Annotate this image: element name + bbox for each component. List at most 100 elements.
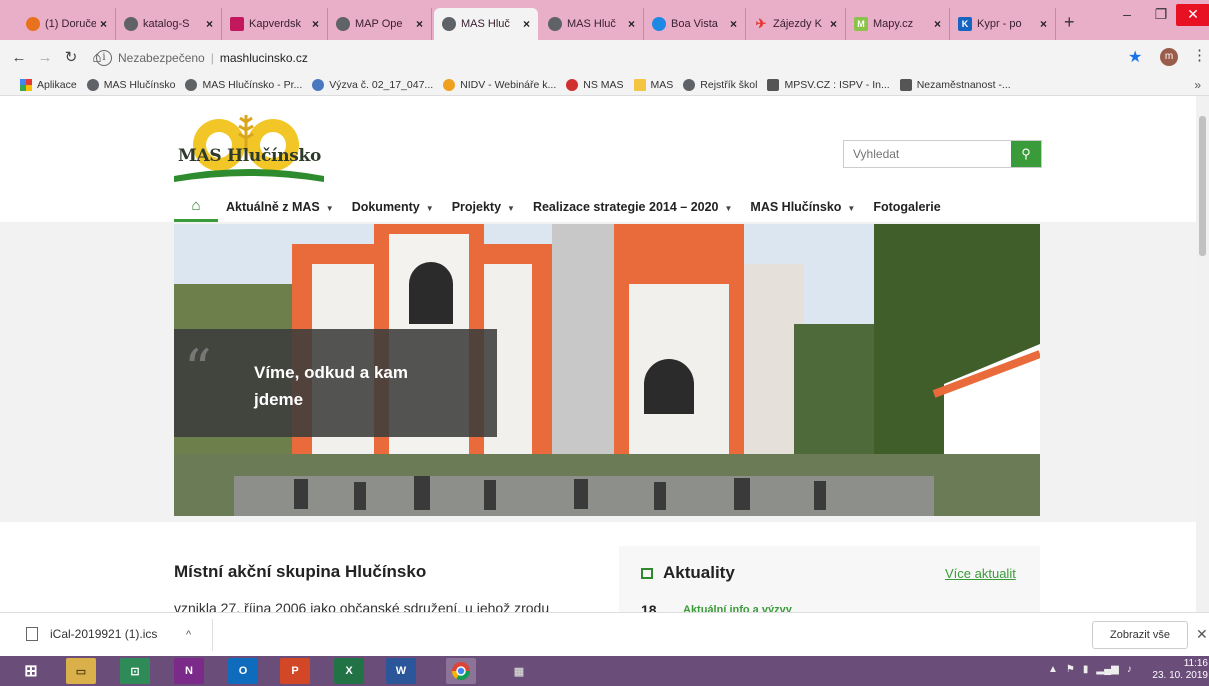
tab-9[interactable]: M Mapy.cz × <box>846 8 950 40</box>
bookmark-item[interactable]: NS MAS <box>566 78 624 91</box>
tab-5-active[interactable]: MAS Hluč × <box>434 8 538 40</box>
browser-toolbar: ← → ↻ ⌂ i Nezabezpečeno | mashlucinsko.c… <box>0 40 1209 74</box>
calendar-icon <box>641 567 653 579</box>
profile-avatar[interactable]: m <box>1160 48 1178 66</box>
tab-8[interactable]: ✈ Zájezdy K × <box>746 8 846 40</box>
nav-dokumenty[interactable]: Dokumenty ▼ <box>352 200 434 214</box>
minimize-button[interactable]: – <box>1110 4 1144 26</box>
powerpoint-icon[interactable]: P <box>280 658 310 684</box>
volume-icon[interactable]: ♪ <box>1127 664 1132 675</box>
onenote-icon[interactable]: N <box>174 658 204 684</box>
close-tab-icon[interactable]: × <box>100 17 107 31</box>
tab-title: Kapverdsk <box>249 18 301 30</box>
reload-icon[interactable]: ↻ <box>58 48 84 66</box>
network-icon[interactable]: ▂▄▆ <box>1096 664 1118 675</box>
excel-icon[interactable]: X <box>334 658 364 684</box>
news-item-link[interactable]: Aktuální info a výzvy <box>683 604 792 612</box>
bookmark-item[interactable]: MAS Hlučínsko <box>86 78 175 91</box>
globe-icon <box>185 78 198 91</box>
file-icon <box>26 627 38 641</box>
scrollbar-thumb[interactable] <box>1199 116 1206 256</box>
nav-fotogalerie[interactable]: Fotogalerie <box>873 200 940 214</box>
browser-menu-icon[interactable]: ⋮ <box>1192 46 1207 64</box>
bookmark-item[interactable]: Rejstřík škol <box>683 78 757 91</box>
close-tab-icon[interactable]: × <box>312 17 319 31</box>
mapy-icon: M <box>854 17 868 31</box>
tab-2[interactable]: katalog-S × <box>116 8 222 40</box>
show-all-button[interactable]: Zobrazit vše <box>1092 621 1188 649</box>
nav-mas[interactable]: MAS Hlučínsko ▼ <box>750 200 855 214</box>
bookmark-item[interactable]: Nezaměstnanost -... <box>899 78 1011 91</box>
bookmark-item[interactable]: NIDV - Webináře k... <box>443 78 557 91</box>
close-tab-icon[interactable]: × <box>628 17 635 31</box>
nav-label: Aktuálně z MAS <box>226 200 320 214</box>
nav-aktualne[interactable]: Aktuálně z MAS ▼ <box>226 200 334 214</box>
search-button[interactable]: ⚲ <box>1011 141 1041 167</box>
url-text[interactable]: mashlucinsko.cz <box>220 51 308 65</box>
close-window-button[interactable]: ✕ <box>1176 4 1209 26</box>
page-scrollbar[interactable] <box>1196 96 1209 612</box>
restore-button[interactable]: ❐ <box>1144 4 1178 26</box>
tab-1[interactable]: (1) Doruče × <box>18 8 116 40</box>
caret-down-icon: ▼ <box>425 204 434 213</box>
word-icon[interactable]: W <box>386 658 416 684</box>
more-news-link[interactable]: Více aktualit <box>945 566 1016 581</box>
forward-icon[interactable]: → <box>32 49 58 66</box>
tab-6[interactable]: MAS Hluč × <box>540 8 644 40</box>
chrome-icon[interactable] <box>446 658 476 684</box>
tab-4[interactable]: MAP Ope × <box>328 8 432 40</box>
tab-10[interactable]: K Kypr - po × <box>950 8 1056 40</box>
battery-icon[interactable]: ▮ <box>1083 664 1089 675</box>
search-input[interactable] <box>844 141 1011 167</box>
kapverdy-icon <box>230 17 244 31</box>
download-item[interactable]: iCal-2019921 (1).ics <box>26 627 157 641</box>
nav-label: MAS Hlučínsko <box>750 200 842 214</box>
about-text: vznikla 27. října 2006 jako občanské sdr… <box>174 600 550 612</box>
search-icon: ⚲ <box>1021 146 1031 161</box>
caret-down-icon: ▼ <box>507 204 515 213</box>
close-tab-icon[interactable]: × <box>830 17 837 31</box>
tab-title: Boa Vista <box>671 18 718 30</box>
tab-title: Zájezdy K <box>773 18 822 30</box>
close-tab-icon[interactable]: × <box>730 17 737 31</box>
calculator-icon[interactable]: ▦ <box>504 658 534 684</box>
info-icon[interactable]: i <box>96 50 112 66</box>
windows-start-icon[interactable]: ⊞ <box>16 658 46 684</box>
bookmark-item[interactable]: MPSV.CZ : ISPV - In... <box>767 78 890 91</box>
bookmarks-overflow-icon[interactable]: » <box>1194 78 1201 92</box>
tab-title: Mapy.cz <box>873 18 914 30</box>
close-tab-icon[interactable]: × <box>416 17 423 31</box>
close-tab-icon[interactable]: × <box>523 17 530 31</box>
bookmark-item[interactable]: MAS Hlučínsko - Pr... <box>185 78 302 91</box>
bookmark-label: Aplikace <box>37 78 77 91</box>
flag-icon[interactable]: ⚑ <box>1066 664 1075 675</box>
back-icon[interactable]: ← <box>6 49 32 66</box>
hero-quote-box: “ Víme, odkud a kam jdeme <box>174 329 497 437</box>
file-explorer-icon[interactable]: ▭ <box>66 658 96 684</box>
globe-icon <box>336 17 350 31</box>
quote-mark-icon: “ <box>184 338 212 401</box>
nav-realizace[interactable]: Realizace strategie 2014 – 2020 ▼ <box>533 200 732 214</box>
tab-7[interactable]: Boa Vista × <box>644 8 746 40</box>
new-tab-button[interactable]: + <box>1064 12 1075 33</box>
home-icon[interactable]: ⌂ <box>174 192 218 222</box>
bookmark-folder[interactable]: MAS <box>633 78 673 91</box>
close-tab-icon[interactable]: × <box>1040 17 1047 31</box>
close-tab-icon[interactable]: × <box>934 17 941 31</box>
chevron-up-icon[interactable]: ^ <box>186 629 191 641</box>
clock-time: 11:16 <box>1183 658 1208 669</box>
bookmark-item[interactable]: Výzva č. 02_17_047... <box>312 78 433 91</box>
address-bar[interactable]: i Nezabezpečeno | mashlucinsko.cz <box>96 46 1116 70</box>
close-tab-icon[interactable]: × <box>206 17 213 31</box>
clock[interactable]: 11:16 23. 10. 2019 <box>1152 658 1208 682</box>
nav-projekty[interactable]: Projekty ▼ <box>452 200 515 214</box>
close-icon[interactable]: ✕ <box>1196 626 1208 643</box>
bookmark-star-icon[interactable]: ★ <box>1128 47 1142 67</box>
store-icon[interactable]: ⊡ <box>120 658 150 684</box>
outlook-icon[interactable]: O <box>228 658 258 684</box>
bookmark-label: NIDV - Webináře k... <box>460 78 557 91</box>
bookmark-apps[interactable]: Aplikace <box>20 78 77 91</box>
clock-date: 23. 10. 2019 <box>1152 670 1208 681</box>
tray-expand-icon[interactable]: ▲ <box>1048 664 1058 675</box>
tab-3[interactable]: Kapverdsk × <box>222 8 328 40</box>
